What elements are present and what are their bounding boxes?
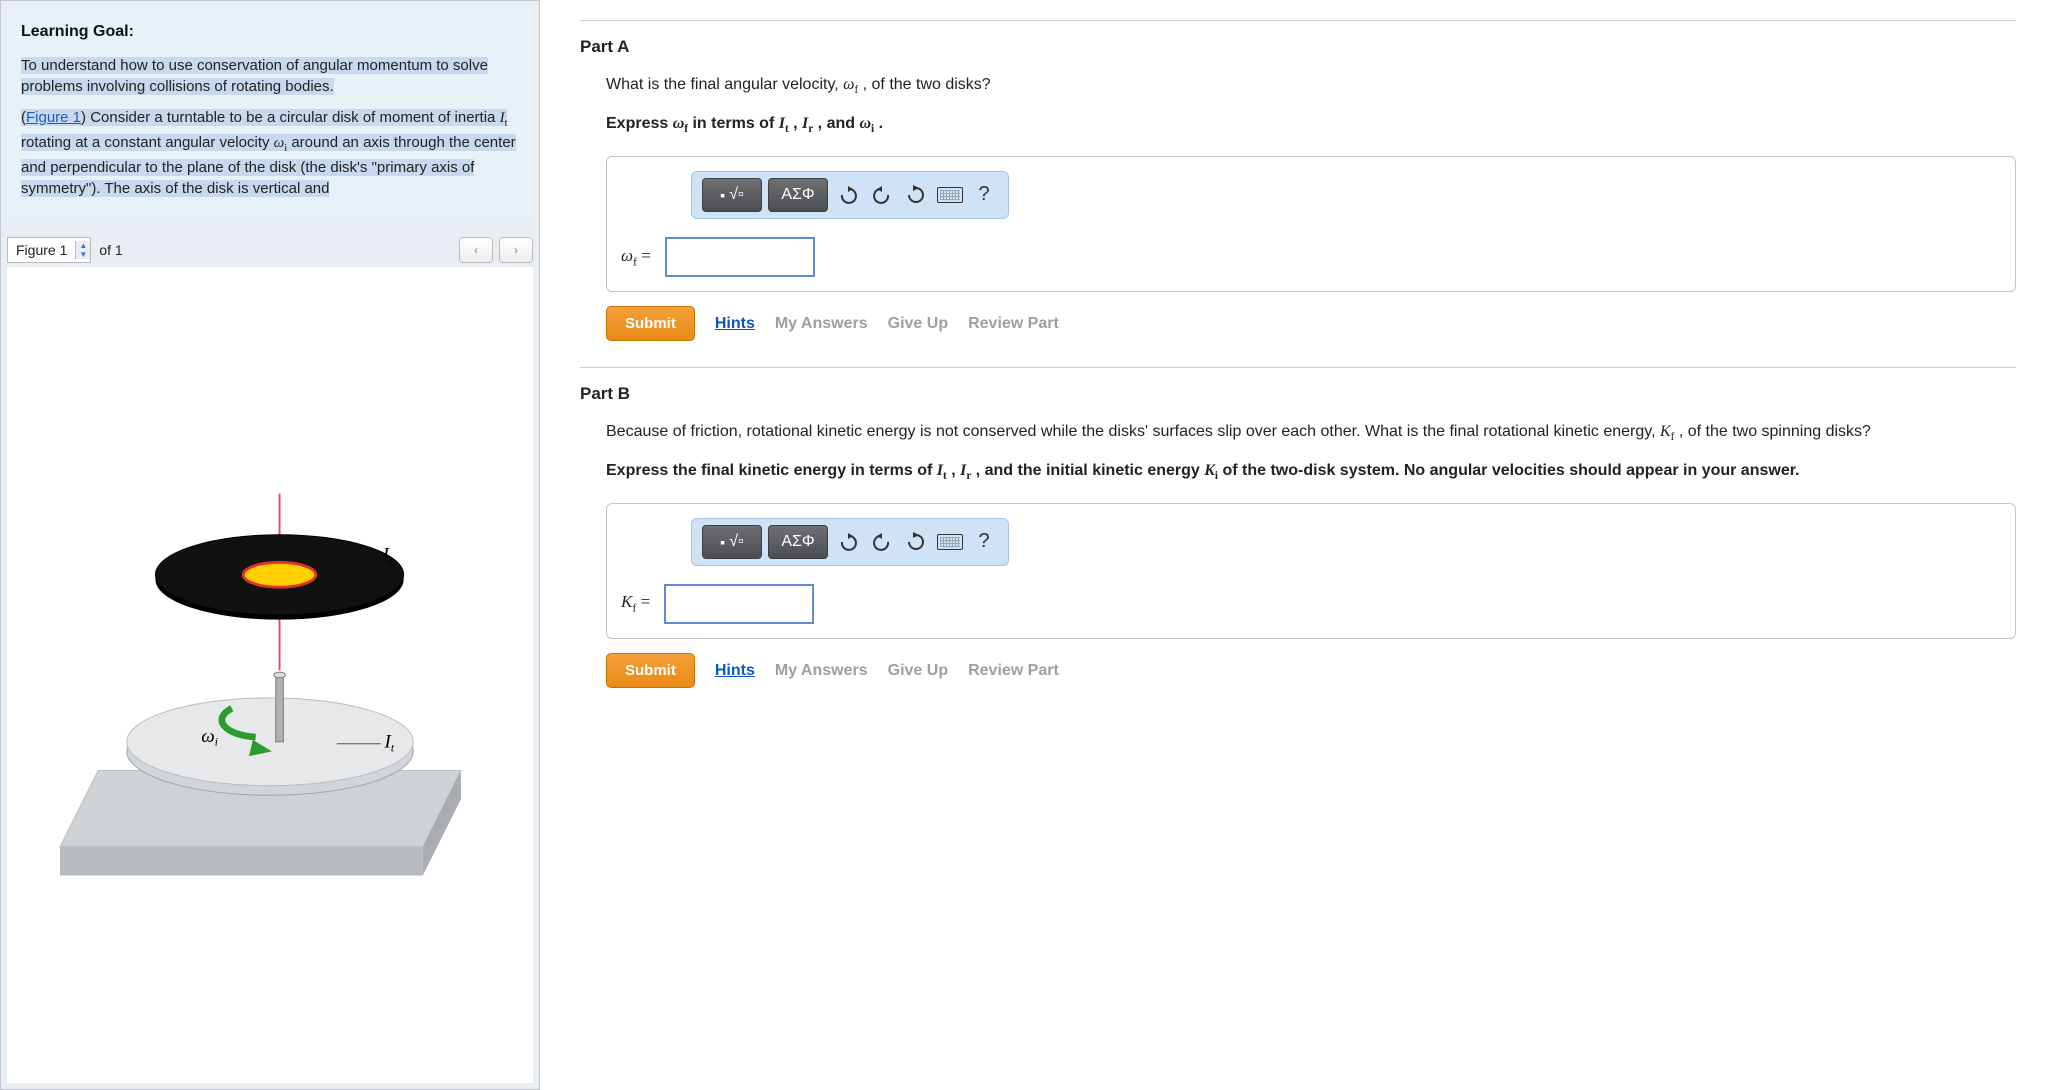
figure-selector[interactable]: Figure 1 ▲ ▼ — [7, 237, 91, 263]
review-part-link: Review Part — [968, 312, 1059, 335]
part-b-toolbar-wrapper: ▪ √▫ ΑΣΦ — [691, 518, 2001, 566]
part-a-title: Part A — [580, 37, 2016, 57]
figure-next-button[interactable]: › — [499, 237, 533, 263]
figure-prev-button[interactable]: ‹ — [459, 237, 493, 263]
keyboard-icon[interactable] — [936, 181, 964, 209]
chevron-down-icon[interactable]: ▼ — [76, 250, 90, 259]
undo-icon[interactable] — [834, 528, 862, 556]
sqrt-icon: √▫ — [729, 186, 743, 204]
reset-icon[interactable] — [902, 528, 930, 556]
hints-link[interactable]: Hints — [715, 659, 755, 682]
my-answers-link: My Answers — [775, 312, 868, 335]
figure-selector-label: Figure 1 — [8, 242, 75, 258]
part-a-actions: Submit Hints My Answers Give Up Review P… — [606, 306, 2016, 341]
redo-icon[interactable] — [868, 528, 896, 556]
part-b: Part B Because of friction, rotational k… — [580, 384, 2016, 688]
figure-bar: Figure 1 ▲ ▼ of 1 ‹ › — [7, 237, 533, 263]
review-part-link: Review Part — [968, 659, 1059, 682]
figure-canvas: Ir ωi It — [7, 267, 533, 1083]
template-button[interactable]: ▪ √▫ — [702, 525, 762, 559]
part-a-instruction: Express ωf in terms of It , Ir , and ωi … — [606, 112, 2016, 137]
reset-icon[interactable] — [902, 181, 930, 209]
right-panel: Part A What is the final angular velocit… — [540, 0, 2046, 1090]
template-button[interactable]: ▪ √▫ — [702, 178, 762, 212]
keyboard-icon[interactable] — [936, 528, 964, 556]
figure-spinner[interactable]: ▲ ▼ — [75, 241, 90, 259]
learning-goal-p1: To understand how to use conservation of… — [21, 55, 519, 97]
help-icon[interactable]: ? — [970, 528, 998, 556]
left-panel: Learning Goal: To understand how to use … — [0, 0, 540, 1090]
part-a: Part A What is the final angular velocit… — [580, 37, 2016, 341]
part-b-instruction: Express the final kinetic energy in term… — [606, 459, 2016, 484]
svg-text:Ir: Ir — [382, 544, 394, 567]
learning-goal-p2: (Figure 1) Consider a turntable to be a … — [21, 107, 519, 198]
part-a-question: What is the final angular velocity, ωf ,… — [606, 73, 2016, 98]
learning-goal-box: Learning Goal: To understand how to use … — [7, 7, 533, 219]
part-a-answer-box: ▪ √▫ ΑΣΦ — [606, 156, 2016, 292]
part-b-title: Part B — [580, 384, 2016, 404]
give-up-link: Give Up — [888, 659, 948, 682]
fraction-icon: ▪ — [720, 187, 725, 203]
help-icon[interactable]: ? — [970, 181, 998, 209]
give-up-link: Give Up — [888, 312, 948, 335]
part-a-answer-prefix: ωf = — [621, 244, 651, 271]
submit-button[interactable]: Submit — [606, 306, 695, 341]
learning-goal-heading: Learning Goal: — [21, 21, 519, 43]
part-b-question: Because of friction, rotational kinetic … — [606, 420, 2016, 445]
figure-of-label: of 1 — [99, 242, 122, 258]
divider-mid — [580, 367, 2016, 368]
part-b-answer-input[interactable] — [664, 584, 814, 624]
sqrt-icon: √▫ — [729, 533, 743, 551]
part-a-answer-input[interactable] — [665, 237, 815, 277]
part-b-answer-prefix: Kf = — [621, 590, 650, 617]
my-answers-link: My Answers — [775, 659, 868, 682]
part-a-toolbar: ▪ √▫ ΑΣΦ — [691, 171, 1009, 219]
part-a-answer-line: ωf = — [621, 237, 2001, 277]
hints-link[interactable]: Hints — [715, 312, 755, 335]
divider-top — [580, 20, 2016, 21]
part-a-toolbar-wrapper: ▪ √▫ ΑΣΦ — [691, 171, 2001, 219]
part-b-answer-box: ▪ √▫ ΑΣΦ — [606, 503, 2016, 639]
submit-button[interactable]: Submit — [606, 653, 695, 688]
figure-link[interactable]: Figure 1 — [26, 109, 81, 126]
chevron-up-icon[interactable]: ▲ — [76, 241, 90, 250]
part-b-toolbar: ▪ √▫ ΑΣΦ — [691, 518, 1009, 566]
fraction-icon: ▪ — [720, 534, 725, 550]
greek-button[interactable]: ΑΣΦ — [768, 525, 828, 559]
redo-icon[interactable] — [868, 181, 896, 209]
greek-button[interactable]: ΑΣΦ — [768, 178, 828, 212]
undo-icon[interactable] — [834, 181, 862, 209]
part-b-answer-line: Kf = — [621, 584, 2001, 624]
part-b-actions: Submit Hints My Answers Give Up Review P… — [606, 653, 2016, 688]
figure-svg: Ir ωi It — [10, 465, 530, 885]
